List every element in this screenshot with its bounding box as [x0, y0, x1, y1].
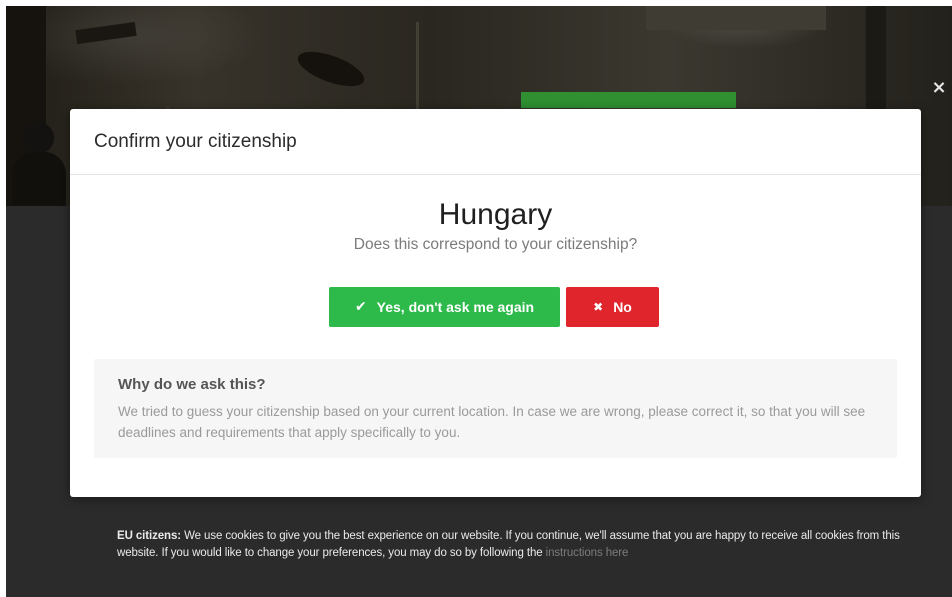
photo-person-body [12, 152, 66, 206]
country-name: Hungary [438, 198, 553, 231]
photo-detail [75, 21, 137, 45]
cookie-instructions-link[interactable]: instructions here [546, 547, 629, 559]
confirm-button-label: Yes, don't ask me again [376, 299, 535, 315]
why-we-ask-text: We tried to guess your citizenship based… [118, 404, 866, 440]
reject-button-label: No [613, 299, 632, 315]
why-we-ask-panel: Why do we ask this? We tried to guess yo… [94, 359, 897, 458]
x-icon: ✖ [593, 300, 604, 314]
modal-title: Confirm your citizenship [94, 131, 297, 152]
cookie-notice: EU citizens: We use cookies to give you … [117, 528, 907, 562]
photo-detail [646, 6, 826, 30]
photo-green-banner [521, 92, 736, 108]
modal-header: Confirm your citizenship [70, 109, 921, 175]
confirm-citizenship-button[interactable]: ✔ Yes, don't ask me again [329, 287, 560, 327]
citizenship-modal: Confirm your citizenship Hungary Does th… [70, 109, 921, 497]
photo-person-head [22, 122, 54, 154]
photo-detail [293, 44, 369, 94]
photo-detail [416, 22, 419, 112]
citizenship-question: Does this correspond to your citizenship… [353, 236, 638, 253]
cookie-notice-label: EU citizens: [117, 530, 181, 542]
cookie-notice-text: We use cookies to give you the best expe… [117, 530, 900, 559]
why-we-ask-heading: Why do we ask this? [118, 376, 266, 393]
reject-citizenship-button[interactable]: ✖ No [566, 287, 659, 327]
check-icon: ✔ [354, 299, 367, 315]
close-icon[interactable]: × [931, 79, 947, 97]
